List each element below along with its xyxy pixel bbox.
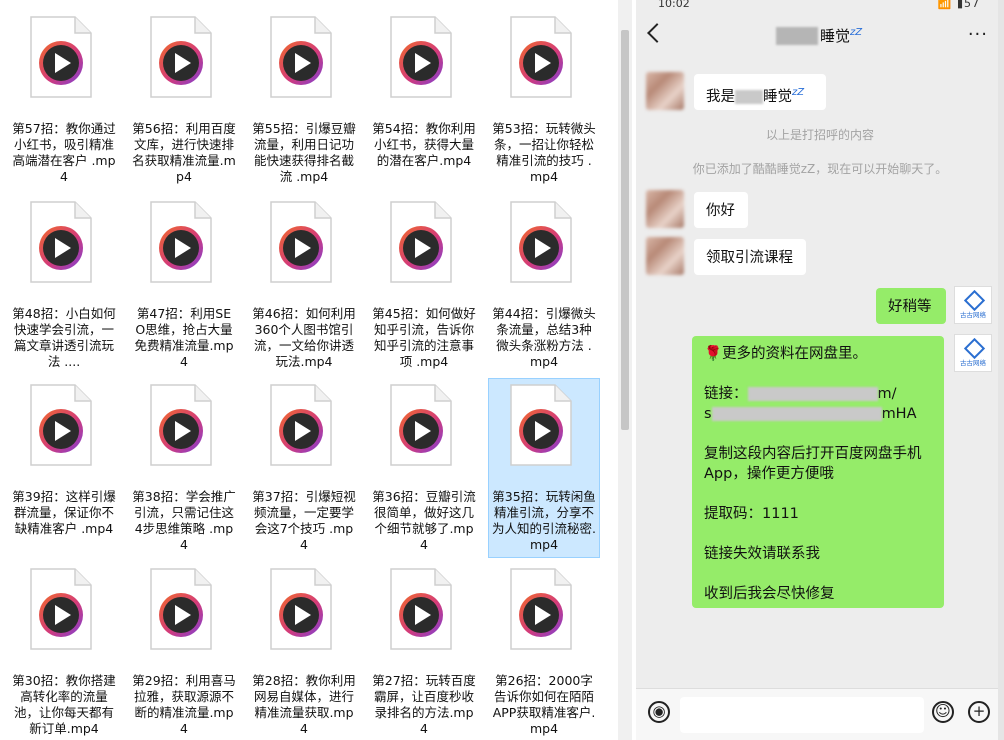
self-avatar[interactable]: 古古网络 (954, 286, 992, 324)
video-file-icon (510, 384, 572, 466)
video-file-icon (390, 16, 452, 98)
status-time: 10:02 (658, 0, 690, 10)
system-message: 你已添加了酷酷睡觉zZ，现在可以开始聊天了。 (692, 162, 948, 176)
video-file-icon (390, 201, 452, 283)
video-file-icon (30, 568, 92, 650)
file-name: 第55招：引爆豆瓣流量，利用日记功能快速获得排名截流 .mp4 (252, 121, 356, 184)
file-item[interactable]: 第37招：引爆短视频流量，一定要学会这7个技巧 .mp4 (248, 378, 360, 558)
status-battery: 📶 ▮57 (937, 0, 980, 10)
file-name: 第36招：豆瓣引流很简单，做好这几个细节就够了.mp4 (372, 489, 476, 552)
file-item[interactable]: 第28招：教你利用网易自媒体，进行精准流量获取.mp4 (248, 562, 360, 740)
file-name: 第30招：教你搭建高转化率的流量池，让你每天都有新订单.mp4 (12, 673, 116, 736)
file-item[interactable]: 第57招：教你通过小红书，吸引精准高端潜在客户 .mp4 (8, 10, 120, 190)
contact-avatar[interactable] (646, 190, 684, 228)
chat-scrollbar[interactable] (998, 0, 1004, 740)
input-bar: ◉ ☺ + (636, 688, 1004, 740)
contact-avatar[interactable] (646, 237, 684, 275)
video-file-icon (510, 568, 572, 650)
file-item[interactable]: 第54招：教你利用小红书，获得大量的潜在客户.mp4 (368, 10, 480, 190)
system-message: 以上是打招呼的内容 (765, 128, 874, 142)
file-name: 第28招：教你利用网易自媒体，进行精准流量获取.mp4 (252, 673, 356, 736)
file-name: 第56招：利用百度文库，进行快速排名获取精准流量.mp4 (132, 121, 236, 184)
file-name: 第37招：引爆短视频流量，一定要学会这7个技巧 .mp4 (252, 489, 356, 552)
file-item[interactable]: 第38招：学会推广引流，只需记住这4步思维策略 .mp4 (128, 378, 240, 558)
message-bubble-self: 🌹更多的资料在网盘里。 链接： m/ s mHA 复制这段内容后打开百度网盘手机 A… (692, 336, 944, 608)
file-item[interactable]: 第27招：玩转百度霸屏，让百度秒收录排名的方法.mp4 (368, 562, 480, 740)
file-name: 第29招：利用喜马拉雅，获取源源不断的精准流量.mp4 (132, 673, 236, 736)
message-bubble: 你好 (694, 192, 748, 228)
file-item[interactable]: 第56招：利用百度文库，进行快速排名获取精准流量.mp4 (128, 10, 240, 190)
file-name: 第27招：玩转百度霸屏，让百度秒收录排名的方法.mp4 (372, 673, 476, 736)
video-file-icon (510, 201, 572, 283)
file-grid: 第57招：教你通过小红书，吸引精准高端潜在客户 .mp4 第56招：利用百度文库… (0, 0, 616, 740)
video-file-icon (150, 384, 212, 466)
emoji-icon[interactable]: ☺ (932, 701, 954, 723)
file-name: 第48招：小白如何快速学会引流，一篇文章讲透引流玩法 .... (12, 306, 116, 369)
file-name: 第26招：2000字告诉你如何在陌陌APP获取精准客户.mp4 (492, 673, 596, 736)
file-item[interactable]: 第26招：2000字告诉你如何在陌陌APP获取精准客户.mp4 (488, 562, 600, 740)
file-item[interactable]: 第47招：利用SEO思维，抢占大量免费精准流量.mp4 (128, 195, 240, 375)
chat-header: 睡觉zZ ··· (636, 12, 1004, 60)
plus-icon[interactable]: + (968, 701, 990, 723)
message-bubble: 领取引流课程 (694, 239, 806, 275)
blurred-name (776, 27, 818, 45)
file-item[interactable]: 第35招：玩转闲鱼精准引流，分享不为人知的引流秘密.mp4 (488, 378, 600, 558)
file-item[interactable]: 第30招：教你搭建高转化率的流量池，让你每天都有新订单.mp4 (8, 562, 120, 740)
message-input[interactable] (680, 697, 924, 733)
scrollbar-thumb[interactable] (621, 30, 629, 430)
file-item[interactable]: 第29招：利用喜马拉雅，获取源源不断的精准流量.mp4 (128, 562, 240, 740)
video-file-icon (30, 201, 92, 283)
file-name: 第47招：利用SEO思维，抢占大量免费精准流量.mp4 (134, 306, 234, 369)
video-file-icon (150, 201, 212, 283)
file-item[interactable]: 第53招：玩转微头条，一招让你轻松精准引流的技巧 .mp4 (488, 10, 600, 190)
voice-icon[interactable]: ◉ (648, 701, 670, 723)
video-file-icon (270, 384, 332, 466)
video-file-icon (270, 16, 332, 98)
file-item[interactable]: 第44招：引爆微头条流量，总结3种微头条涨粉方法 .mp4 (488, 195, 600, 375)
file-item[interactable]: 第36招：豆瓣引流很简单，做好这几个细节就够了.mp4 (368, 378, 480, 558)
chat-window: 10:02 📶 ▮57 睡觉zZ ··· 我是 睡觉zZ 以上是打招呼的内容 你已… (636, 0, 1004, 740)
file-name: 第54招：教你利用小红书，获得大量的潜在客户.mp4 (372, 121, 476, 168)
message-bubble: 我是 睡觉zZ (694, 74, 826, 110)
file-name: 第39招：这样引爆群流量，保证你不缺精准客户 .mp4 (12, 489, 116, 536)
file-name: 第38招：学会推广引流，只需记住这4步思维策略 .mp4 (132, 489, 236, 552)
video-file-icon (390, 384, 452, 466)
video-file-icon (150, 568, 212, 650)
file-item[interactable]: 第45招：如何做好知乎引流，告诉你知乎引流的注意事项 .mp4 (368, 195, 480, 375)
file-item[interactable]: 第46招：如何利用360个人图书馆引流，一文给你讲透玩法.mp4 (248, 195, 360, 375)
chat-title: 睡觉zZ (820, 27, 863, 45)
video-file-icon (390, 568, 452, 650)
video-file-icon (510, 16, 572, 98)
video-file-icon (270, 201, 332, 283)
message-bubble-self: 好稍等 (876, 288, 946, 324)
file-name: 第44招：引爆微头条流量，总结3种微头条涨粉方法 .mp4 (492, 306, 596, 369)
file-item[interactable]: 第48招：小白如何快速学会引流，一篇文章讲透引流玩法 .... (8, 195, 120, 375)
file-item[interactable]: 第39招：这样引爆群流量，保证你不缺精准客户 .mp4 (8, 378, 120, 558)
video-file-icon (270, 568, 332, 650)
status-bar: 10:02 📶 ▮57 (636, 0, 1004, 12)
file-name: 第53招：玩转微头条，一招让你轻松精准引流的技巧 .mp4 (492, 121, 596, 184)
video-file-icon (150, 16, 212, 98)
more-icon[interactable]: ··· (968, 24, 988, 45)
video-file-icon (30, 16, 92, 98)
file-item[interactable]: 第55招：引爆豆瓣流量，利用日记功能快速获得排名截流 .mp4 (248, 10, 360, 190)
file-name: 第45招：如何做好知乎引流，告诉你知乎引流的注意事项 .mp4 (372, 306, 476, 369)
file-name: 第46招：如何利用360个人图书馆引流，一文给你讲透玩法.mp4 (252, 306, 356, 369)
file-name: 第57招：教你通过小红书，吸引精准高端潜在客户 .mp4 (12, 121, 116, 184)
file-grid-scrollbar[interactable] (618, 0, 632, 740)
file-name: 第35招：玩转闲鱼精准引流，分享不为人知的引流秘密.mp4 (492, 489, 596, 552)
contact-avatar[interactable] (646, 72, 684, 110)
back-icon[interactable] (647, 23, 667, 43)
video-file-icon (30, 384, 92, 466)
self-avatar[interactable]: 古古网络 (954, 334, 992, 372)
